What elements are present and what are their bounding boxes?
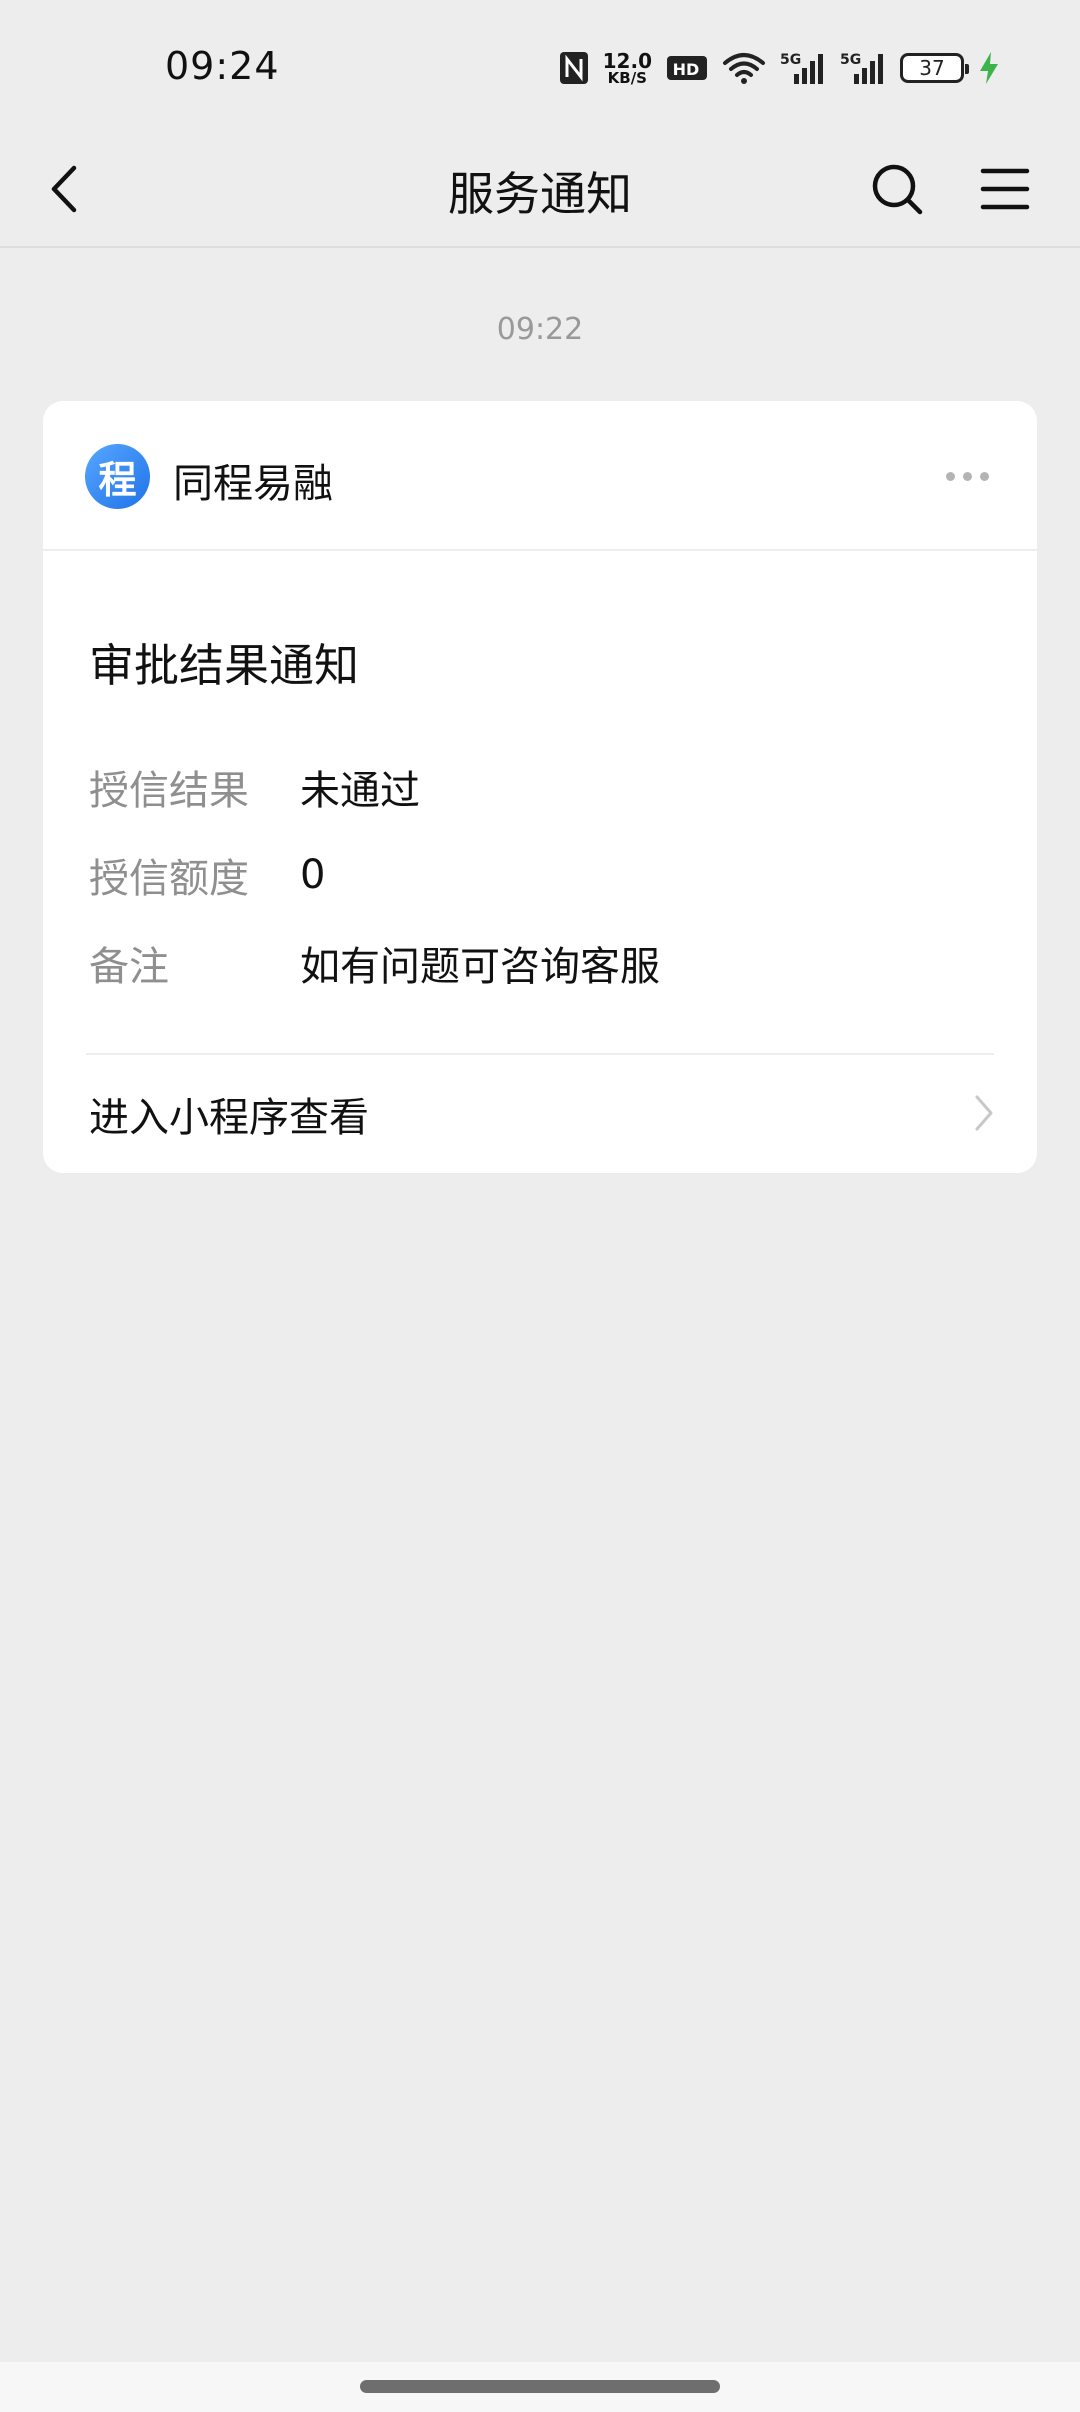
charging-icon — [978, 51, 1000, 85]
network-speed-unit: KB/S — [607, 68, 647, 87]
more-options-button[interactable] — [927, 453, 1007, 499]
field-value: 如有问题可咨询客服 — [300, 944, 660, 990]
more-dot-icon — [962, 471, 972, 481]
field-value: 0 — [300, 852, 326, 898]
status-icons: 12.0 KB/S HD 5G 5G 37 — [559, 44, 1000, 92]
field-label: 授信额度 — [89, 856, 249, 902]
field-label: 授信结果 — [89, 768, 249, 814]
status-bar: 09:24 12.0 KB/S HD 5G 5G 37 — [0, 0, 1080, 130]
search-button[interactable] — [862, 154, 932, 224]
card-header[interactable]: 程 同程易融 — [43, 401, 1037, 551]
more-dot-icon — [979, 471, 989, 481]
field-row-credit-result: 授信结果 未通过 — [89, 757, 420, 817]
signal-5g-icon: 5G — [780, 50, 826, 86]
signal-1-label: 5G — [780, 52, 801, 68]
field-row-remark: 备注 如有问题可咨询客服 — [89, 933, 660, 993]
nfc-icon — [559, 51, 589, 85]
more-dot-icon — [945, 471, 955, 481]
network-speed-value: 12.0 — [602, 48, 652, 73]
battery-icon: 37 — [900, 53, 969, 83]
status-time: 09:24 — [165, 44, 280, 88]
open-mini-program-label: 进入小程序查看 — [89, 1095, 369, 1141]
search-icon — [872, 164, 923, 215]
signal-2-label: 5G — [840, 52, 861, 68]
notification-card: 程 同程易融 审批结果通知 授信结果 未通过 授信额度 0 备注 如有问题可咨询… — [43, 401, 1037, 1173]
field-row-credit-limit: 授信额度 0 — [89, 845, 325, 905]
app-logo: 程 — [85, 444, 150, 509]
menu-button[interactable] — [970, 154, 1040, 224]
signal-5g-icon: 5G — [840, 50, 886, 86]
field-value: 未通过 — [300, 768, 420, 814]
menu-icon — [980, 168, 1030, 210]
hd-label: HD — [673, 60, 700, 79]
battery-level: 37 — [919, 56, 945, 80]
message-timestamp: 09:22 — [496, 312, 584, 347]
hd-voice-icon: HD — [666, 54, 708, 82]
network-speed: 12.0 KB/S — [603, 51, 652, 86]
app-logo-char: 程 — [98, 458, 137, 502]
field-label: 备注 — [89, 944, 169, 990]
open-mini-program-link[interactable]: 进入小程序查看 — [43, 1055, 1037, 1173]
wifi-icon — [722, 51, 766, 85]
nav-bar: 服务通知 — [0, 130, 1080, 248]
notification-title: 审批结果通知 — [89, 639, 360, 692]
chevron-right-icon — [969, 1093, 999, 1133]
app-name: 同程易融 — [173, 461, 333, 507]
home-indicator[interactable] — [360, 2380, 720, 2393]
gesture-bar — [0, 2362, 1080, 2412]
